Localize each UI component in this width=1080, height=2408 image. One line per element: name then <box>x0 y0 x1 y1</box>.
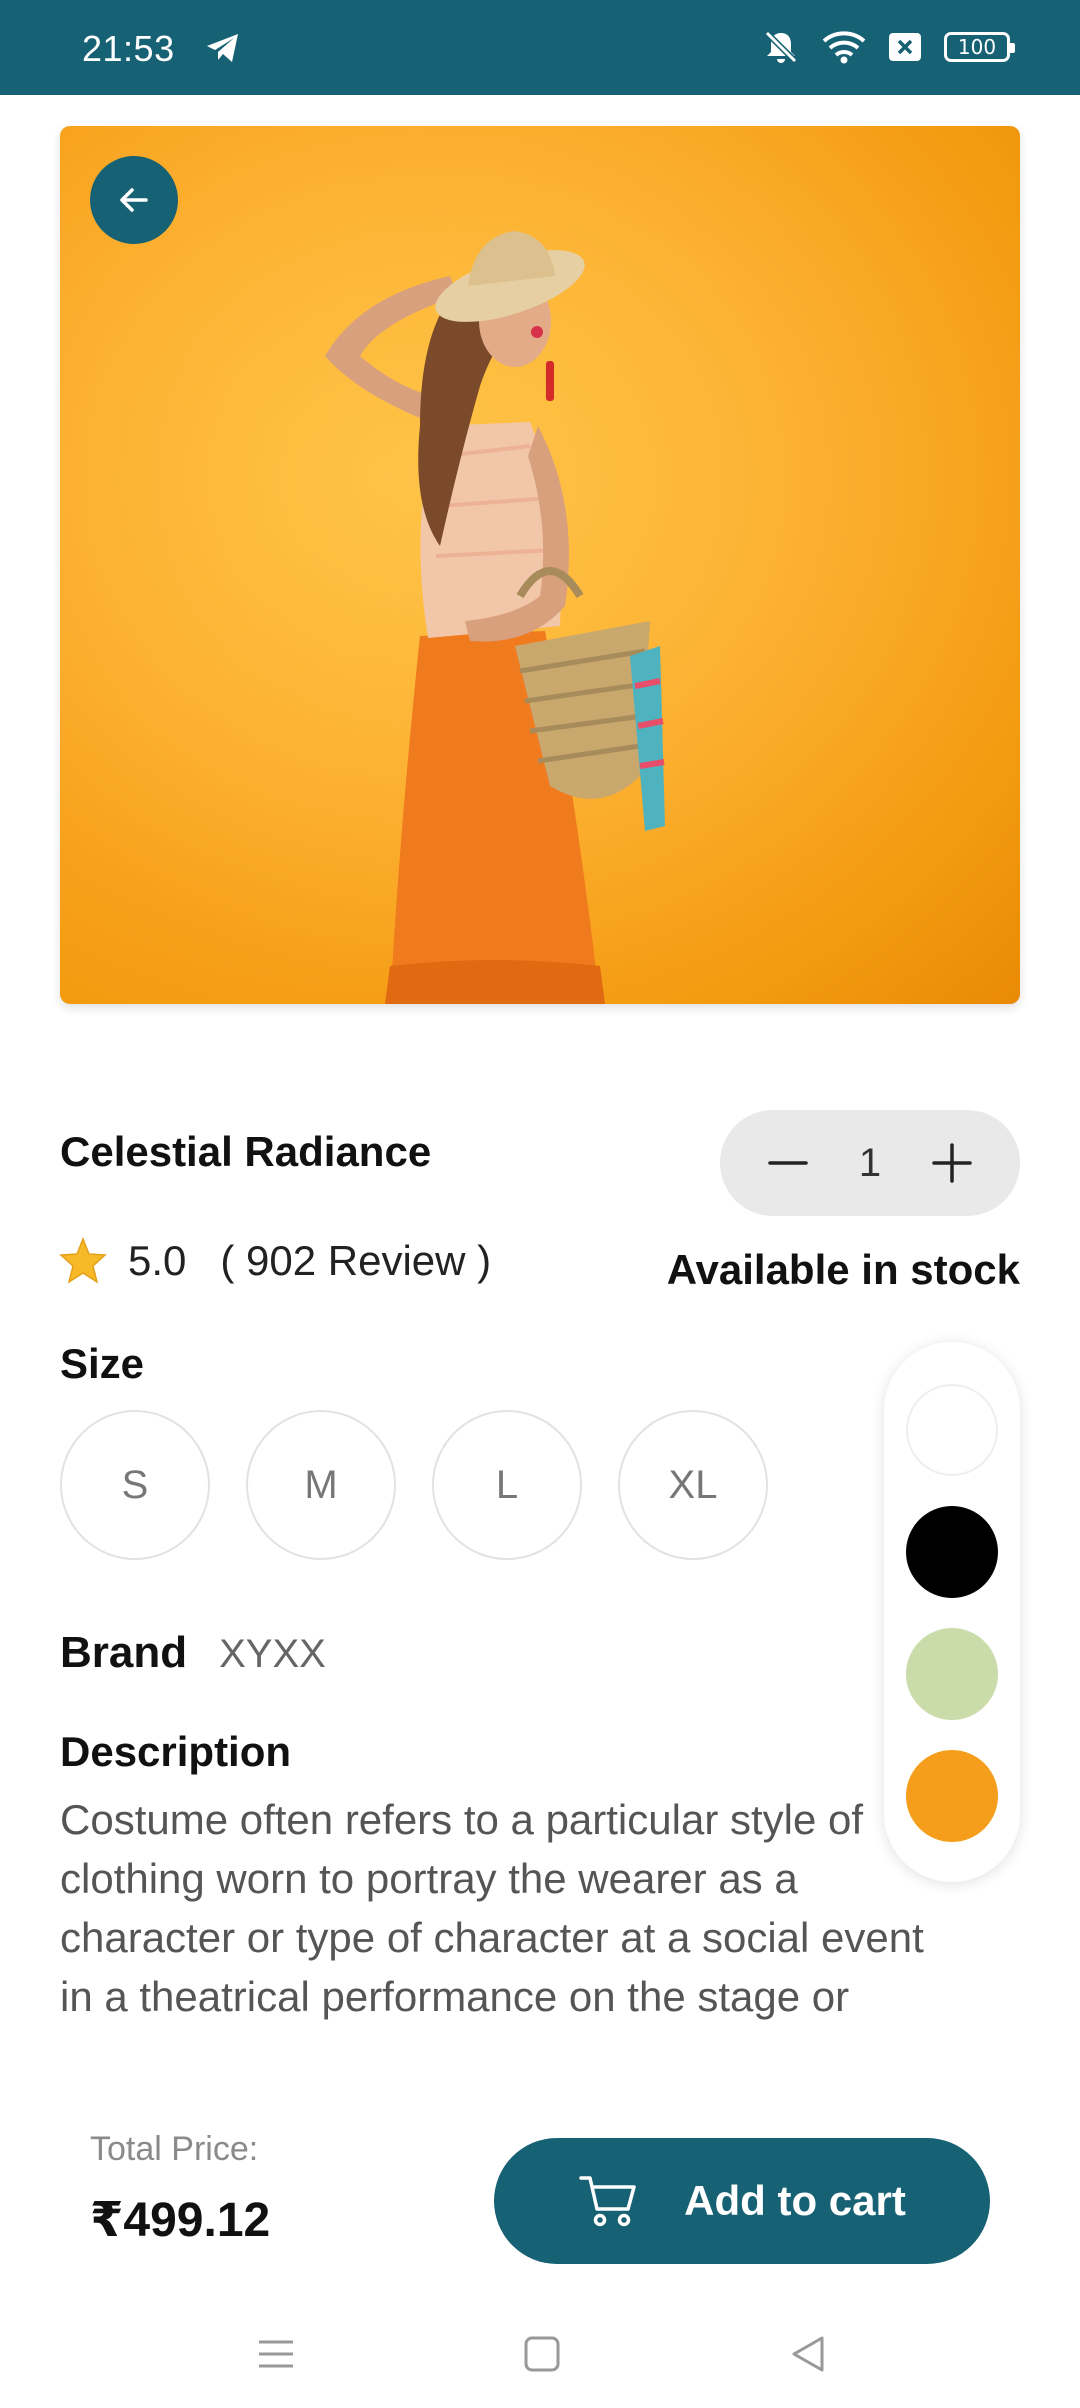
status-icons: 100 <box>762 28 1015 66</box>
color-swatch-green[interactable] <box>906 1628 998 1720</box>
size-heading: Size <box>60 1340 145 1387</box>
color-swatch-white[interactable] <box>906 1384 998 1476</box>
quantity-value: 1 <box>858 1140 882 1185</box>
cart-icon <box>579 2176 636 2227</box>
model-illustration <box>60 126 1020 1004</box>
nav-menu-button[interactable] <box>248 2326 304 2382</box>
size-option-m[interactable]: M <box>246 1410 396 1560</box>
sim-off-icon <box>889 33 921 61</box>
nav-home-button[interactable] <box>514 2326 570 2382</box>
bell-muted-icon <box>764 30 798 64</box>
product-image <box>60 126 1020 1004</box>
minus-icon[interactable] <box>768 1143 808 1183</box>
size-option-xl[interactable]: XL <box>618 1410 768 1560</box>
back-triangle-icon <box>792 2336 824 2372</box>
product-detail-screen: 21:53 100 Celestial Radiance 1 5.0 (902… <box>0 0 1080 2408</box>
star-icon <box>59 1236 107 1284</box>
size-options: S M L XL <box>60 1410 768 1560</box>
wifi-icon <box>822 31 866 64</box>
add-to-cart-button[interactable]: Add to cart <box>494 2138 990 2264</box>
status-time: 21:53 <box>82 28 175 69</box>
product-title: Celestial Radiance <box>60 1128 432 1175</box>
add-to-cart-label: Add to cart <box>684 2177 906 2224</box>
quantity-stepper: 1 <box>720 1110 1020 1216</box>
brand-row: Brand XYXX <box>60 1628 326 1678</box>
system-nav-bar <box>0 2296 1080 2408</box>
rating: 5.0 ( 902 Review ) <box>58 1236 491 1286</box>
brand-label: Brand <box>60 1628 188 1677</box>
review-count[interactable]: ( 902 Review ) <box>220 1237 491 1285</box>
nav-back-button[interactable] <box>780 2326 836 2382</box>
color-swatch-black[interactable] <box>906 1506 998 1598</box>
home-square-icon <box>524 2336 560 2372</box>
size-option-l[interactable]: L <box>432 1410 582 1560</box>
description-heading: Description <box>60 1728 292 1775</box>
plus-icon[interactable] <box>932 1143 972 1183</box>
total-price-label: Total Price: <box>90 2130 259 2168</box>
rating-score: 5.0 <box>128 1237 187 1284</box>
telegram-icon <box>207 34 238 62</box>
brand-value: XYXX <box>219 1632 326 1676</box>
back-button[interactable] <box>90 156 178 244</box>
description-text: Costume often refers to a particular sty… <box>60 1796 924 2020</box>
battery-icon: 100 <box>944 32 1015 62</box>
battery-level: 100 <box>957 35 997 59</box>
size-option-s[interactable]: S <box>60 1410 210 1560</box>
total-price-value: ₹499.12 <box>90 2194 271 2247</box>
stock-status: Available in stock <box>666 1246 1020 1293</box>
status-bar: 21:53 100 <box>0 0 1080 95</box>
arrow-left-icon <box>120 188 148 212</box>
menu-icon <box>259 2340 293 2368</box>
